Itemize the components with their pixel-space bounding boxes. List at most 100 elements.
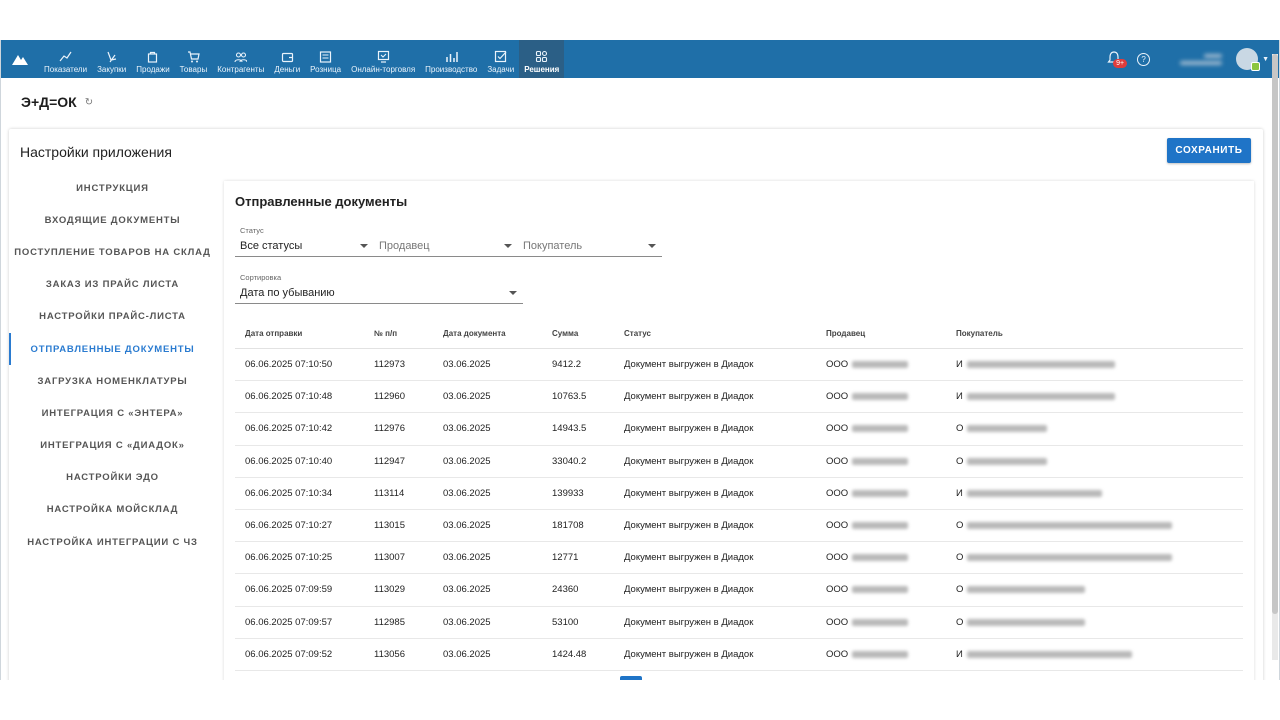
save-button[interactable]: СОХРАНИТЬ	[1167, 138, 1251, 163]
table-row[interactable]: 06.06.2025 07:10:27 113015 03.06.2025 18170…	[235, 510, 1243, 543]
number-cell: 113007	[374, 552, 405, 564]
refresh-icon[interactable]: ↻	[85, 97, 93, 108]
column-header[interactable]: № п/п	[374, 329, 443, 338]
nav-item-6[interactable]: Розница	[305, 40, 346, 78]
nav-item-0[interactable]: Показатели	[39, 40, 92, 78]
sort-select[interactable]: Сортировка Дата по убыванию	[235, 273, 523, 304]
seller-cell: ООО	[826, 359, 956, 370]
sidebar-item-9[interactable]: НАСТРОЙКИ ЭДО	[9, 462, 216, 494]
table-row[interactable]: 06.06.2025 07:10:50 112973 03.06.2025 9412.…	[235, 349, 1243, 382]
seller-prefix: ООО	[826, 616, 849, 628]
status-select[interactable]: Статус Все статусы	[235, 226, 374, 257]
wallet-icon	[281, 52, 293, 63]
sidebar-item-0[interactable]: ИНСТРУКЦИЯ	[9, 172, 216, 204]
buyer-name-blurred	[967, 425, 1048, 433]
cloud-logo-icon	[12, 55, 28, 65]
seller-cell: ООО	[826, 423, 956, 434]
buyer-cell: О	[956, 552, 1243, 563]
sidebar-item-8[interactable]: ИНТЕГРАЦИЯ С «ДИАДОК»	[9, 430, 216, 462]
sidebar-item-7[interactable]: ИНТЕГРАЦИЯ С «ЭНТЕРА»	[9, 397, 216, 429]
settings-sidebar: ИНСТРУКЦИЯ ВХОДЯЩИЕ ДОКУМЕНТЫ ПОСТУПЛЕНИЕ …	[9, 172, 216, 558]
nav-item-label: Контрагенты	[217, 65, 265, 74]
sum-cell: 9412.2	[552, 359, 582, 371]
nav-item-9[interactable]: Задачи	[482, 40, 519, 78]
buyer-cell: И	[956, 488, 1243, 499]
seller-name-blurred	[852, 586, 909, 594]
table-row[interactable]: 06.06.2025 07:09:57 112985 03.06.2025 53100…	[235, 607, 1243, 639]
help-icon[interactable]: ?	[1137, 52, 1151, 66]
sidebar-item-5[interactable]: ОТПРАВЛЕННЫЕ ДОКУМЕНТЫ	[9, 332, 216, 366]
doc-date-cell: 03.06.2025	[443, 648, 491, 660]
nav-item-label: Задачи	[487, 65, 515, 74]
status-cell: Документ выгружен в Диадок	[624, 648, 754, 660]
seller-select[interactable]: Продавец	[374, 226, 518, 257]
moysklad-logo[interactable]	[1, 40, 39, 78]
app-name: Э+Д=ОК	[21, 94, 77, 110]
sidebar-item-11[interactable]: НАСТРОЙКА ИНТЕГРАЦИИ С ЧЗ	[9, 526, 216, 558]
seller-name-blurred	[852, 522, 909, 530]
status-cell: Документ выгружен в Диадок	[624, 552, 754, 564]
doc-date-cell: 03.06.2025	[443, 455, 491, 467]
sidebar-item-10[interactable]: НАСТРОЙКА МОЙСКЛАД	[9, 494, 216, 526]
number-cell: 113015	[374, 520, 405, 532]
sidebar-item-4[interactable]: НАСТРОЙКИ ПРАЙС-ЛИСТА	[9, 301, 216, 333]
buyer-cell: О	[956, 456, 1243, 467]
table-row[interactable]: 06.06.2025 07:10:34 113114 03.06.2025 13993…	[235, 478, 1243, 510]
column-header[interactable]: Покупатель	[956, 329, 1243, 338]
sent-date-cell: 06.06.2025 07:09:52	[245, 648, 333, 660]
nav-item-7[interactable]: Онлайн-торговля	[346, 40, 420, 78]
column-header[interactable]: Статус	[624, 329, 826, 338]
column-header[interactable]: Дата документа	[443, 329, 552, 338]
scrollbar-thumb[interactable]	[1272, 54, 1278, 614]
column-header[interactable]: Сумма	[552, 329, 624, 338]
sidebar-item-3[interactable]: ЗАКАЗ ИЗ ПРАЙС ЛИСТА	[9, 269, 216, 301]
doc-date-cell: 03.06.2025	[443, 552, 491, 564]
sidebar-item-6[interactable]: ЗАГРУЗКА НОМЕНКЛАТУРЫ	[9, 365, 216, 397]
sent-date-cell: 06.06.2025 07:10:27	[245, 520, 333, 532]
sent-date-cell: 06.06.2025 07:10:25	[245, 552, 333, 564]
chevron-down-icon	[360, 244, 368, 248]
table-row[interactable]: 06.06.2025 07:10:25 113007 03.06.2025 12771…	[235, 542, 1243, 575]
nav-item-10[interactable]: Решения	[519, 40, 565, 78]
status-cell: Документ выгружен в Диадок	[624, 520, 754, 532]
page-scrollbar[interactable]	[1272, 54, 1278, 660]
doc-date-cell: 03.06.2025	[443, 616, 491, 628]
notifications-bell[interactable]: 9+	[1107, 51, 1128, 68]
nav-item-1[interactable]: Закупки	[92, 40, 131, 78]
sent-date-cell: 06.06.2025 07:10:42	[245, 423, 333, 435]
column-header[interactable]: Дата отправки	[235, 329, 374, 338]
table-row[interactable]: 06.06.2025 07:09:52 113056 03.06.2025 1424.…	[235, 639, 1243, 671]
sum-cell: 33040.2	[552, 455, 587, 467]
seller-prefix: ООО	[826, 423, 849, 435]
chevron-down-icon	[504, 244, 512, 248]
table-row[interactable]: 06.06.2025 07:10:48 112960 03.06.2025 10763…	[235, 381, 1243, 414]
nav-item-label: Товары	[179, 65, 208, 74]
chevron-down-icon	[509, 291, 517, 295]
buyer-prefix: О	[956, 552, 964, 564]
sum-cell: 1424.48	[552, 648, 587, 660]
account-name[interactable]	[1180, 53, 1223, 65]
section-title: Отправленные документы	[235, 194, 408, 209]
sidebar-item-1[interactable]: ВХОДЯЩИЕ ДОКУМЕНТЫ	[9, 204, 216, 236]
status-cell: Документ выгружен в Диадок	[624, 391, 754, 403]
buyer-prefix: О	[956, 520, 964, 532]
nav-item-2[interactable]: Продажи	[131, 40, 174, 78]
avatar[interactable]	[1236, 48, 1261, 71]
app-window: Показатели Закупки Продажи Товары Контрагент…	[0, 40, 1280, 680]
table-row[interactable]: 06.06.2025 07:10:42 112976 03.06.2025 14943…	[235, 413, 1243, 446]
table-row[interactable]: 06.06.2025 07:09:59 113029 03.06.2025 24360…	[235, 574, 1243, 607]
pagination-current-page[interactable]	[620, 676, 642, 680]
nav-item-8[interactable]: Производство	[420, 40, 482, 78]
seller-prefix: ООО	[826, 584, 849, 596]
nav-item-3[interactable]: Товары	[175, 40, 213, 78]
doc-date-cell: 03.06.2025	[443, 423, 491, 435]
nav-item-4[interactable]: Контрагенты	[212, 40, 269, 78]
buyer-select[interactable]: Покупатель	[518, 226, 662, 257]
table-row[interactable]: 06.06.2025 07:10:40 112947 03.06.2025 33040…	[235, 446, 1243, 478]
chevron-down-icon[interactable]: ▼	[1262, 56, 1269, 63]
seller-placeholder: Продавец	[379, 240, 430, 252]
column-header[interactable]: Продавец	[826, 329, 956, 338]
nav-item-label: Решения	[524, 65, 560, 74]
nav-item-5[interactable]: Деньги	[269, 40, 305, 78]
sidebar-item-2[interactable]: ПОСТУПЛЕНИЕ ТОВАРОВ НА СКЛАД	[9, 236, 216, 268]
